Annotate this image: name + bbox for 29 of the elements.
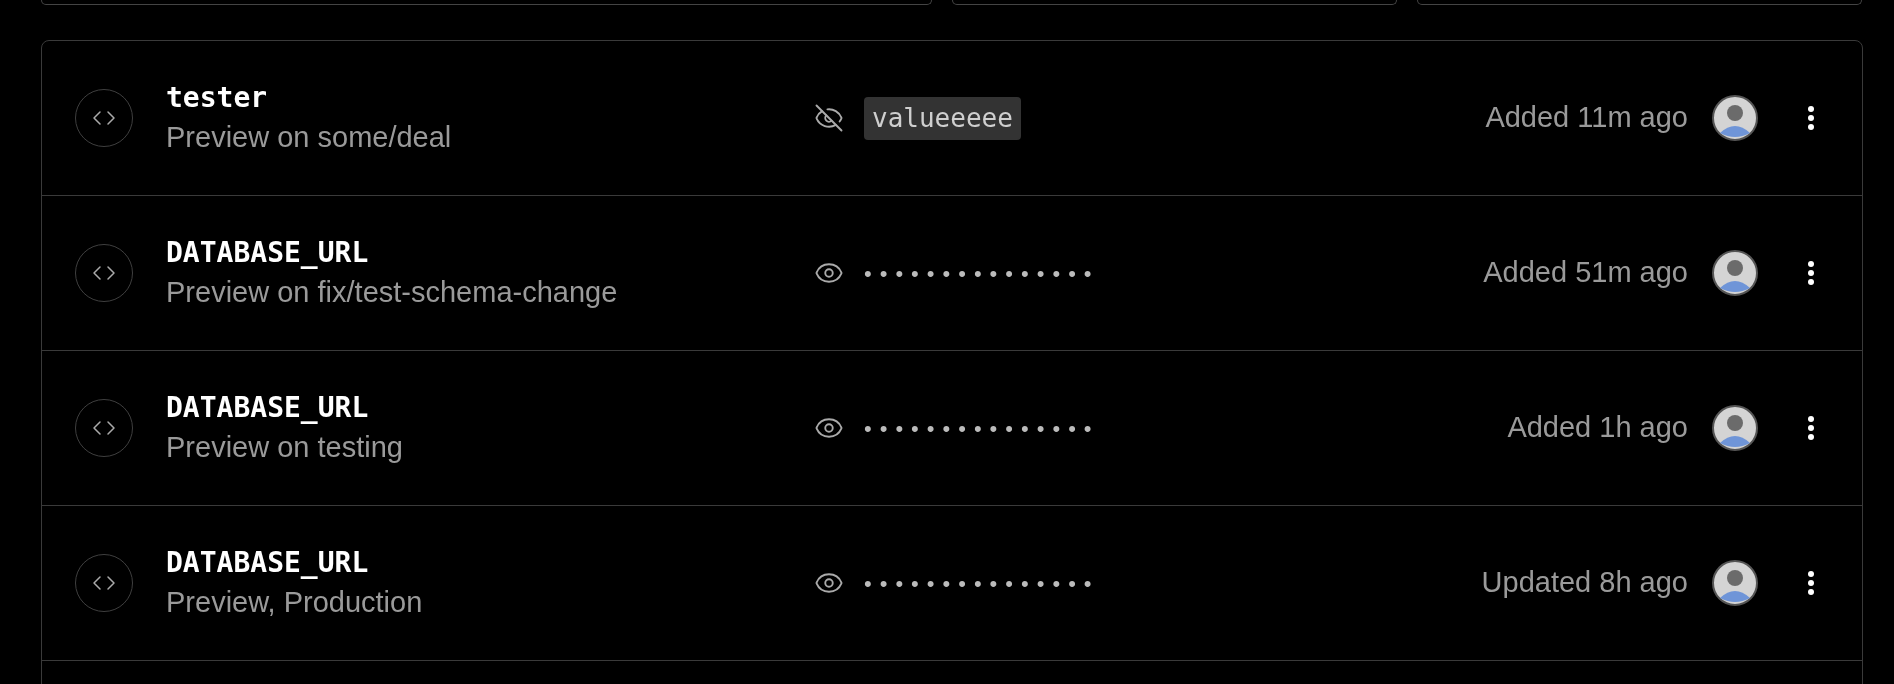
updated-time: Added 51m ago [1483, 255, 1688, 291]
more-icon [1808, 106, 1814, 130]
more-icon [1808, 571, 1814, 595]
avatar-icon [1712, 405, 1758, 451]
avatar-icon [1712, 250, 1758, 296]
avatar-icon [1712, 95, 1758, 141]
variable-scope: Preview on some/deal [166, 120, 453, 154]
masked-value: ••••••••••••••• [864, 569, 1100, 598]
updated-time: Added 1h ago [1507, 410, 1688, 446]
masked-value: ••••••••••••••• [864, 414, 1100, 443]
more-options-button[interactable] [1808, 261, 1814, 285]
variable-name: DATABASE_URL [166, 392, 370, 424]
more-icon [1808, 261, 1814, 285]
variable-name: DATABASE_URL [166, 237, 370, 269]
more-options-button[interactable] [1808, 416, 1814, 440]
updated-time: Added 11m ago [1485, 100, 1688, 136]
variable-scope: Preview on fix/test-schema-change [166, 275, 619, 309]
more-icon [1808, 416, 1814, 440]
updated-time: Updated 8h ago [1481, 565, 1688, 601]
variable-value: valueeeee [864, 96, 1021, 140]
hide-value-button[interactable] [814, 103, 844, 133]
variable-scope: Preview on testing [166, 430, 404, 464]
avatar-icon [1712, 560, 1758, 606]
variable-name: tester [166, 82, 269, 114]
masked-value: ••••••••••••••• [864, 259, 1100, 288]
variable-name: DATABASE_URL [166, 547, 370, 579]
more-options-button[interactable] [1808, 571, 1814, 595]
variable-scope: Preview, Production [166, 585, 424, 619]
more-options-button[interactable] [1808, 106, 1814, 130]
